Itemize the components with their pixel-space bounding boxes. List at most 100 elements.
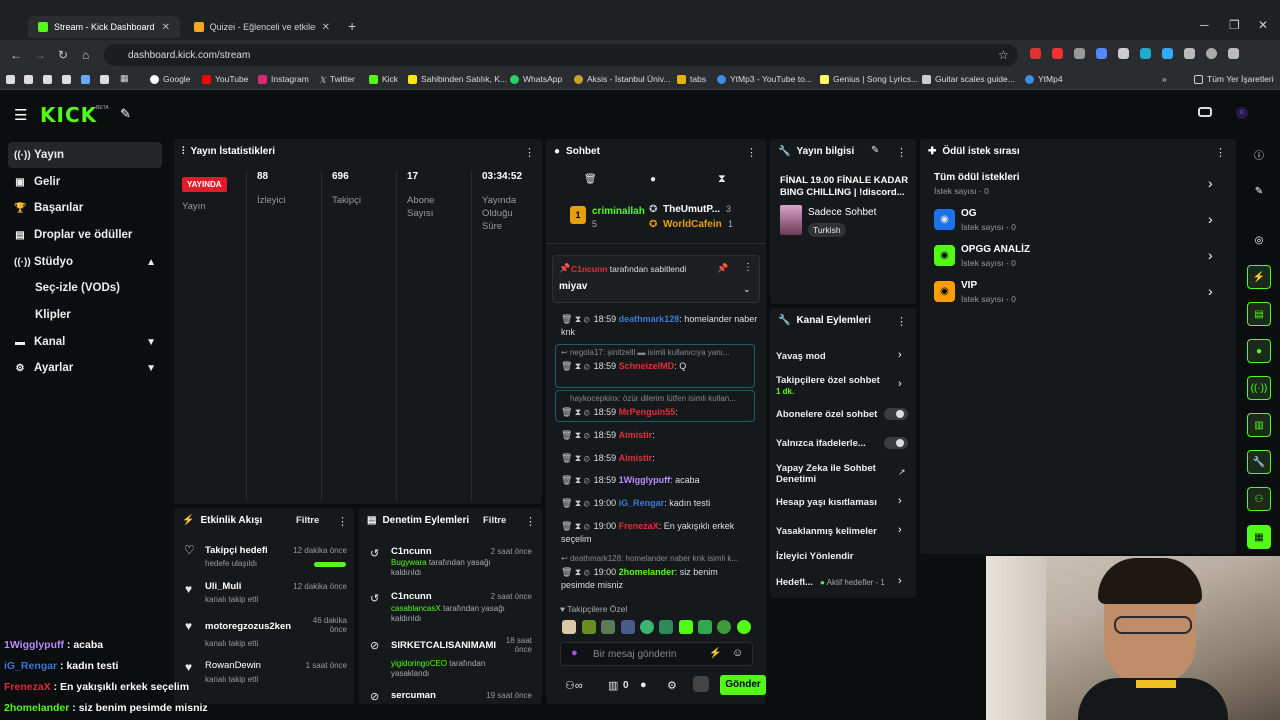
- chat-message[interactable]: 🗑 ⧗ ⊘ 18:59 MrPenguin55:: [561, 406, 761, 419]
- goals-action[interactable]: Hedefl...: [776, 577, 813, 588]
- chat-message[interactable]: 🗑 ⧗ ⊘ 19:00 iG_Rengar: kadın testi: [561, 497, 761, 510]
- all-bookmarks[interactable]: Tüm Yer İşaretleri: [1194, 74, 1274, 84]
- chat-bubble-icon[interactable]: ●: [640, 679, 647, 691]
- chevron-right-icon[interactable]: ›: [1208, 211, 1213, 227]
- chevron-right-icon[interactable]: ›: [898, 495, 902, 507]
- emote[interactable]: [659, 620, 673, 634]
- user-avatar[interactable]: c: [1236, 107, 1248, 119]
- hourglass-icon[interactable]: ⧗: [718, 173, 726, 186]
- chevron-right-icon[interactable]: ›: [1208, 247, 1213, 263]
- more-bookmarks-icon[interactable]: »: [1162, 74, 1167, 84]
- sidebar-item-yayin[interactable]: ((·)) Yayın: [8, 142, 162, 168]
- browser-menu-icon[interactable]: [1228, 48, 1239, 59]
- extension-icon[interactable]: [1118, 48, 1129, 59]
- pinned-message[interactable]: 📌 C1ncunn tarafından sabitlendi 📌 ⋮ miya…: [552, 255, 760, 303]
- sidebar-item-ayarlar[interactable]: ⚙ Ayarlar ▼: [8, 355, 162, 381]
- broadcast-icon[interactable]: ((·)): [1247, 376, 1271, 400]
- external-link-icon[interactable]: ↗: [898, 467, 906, 478]
- more-options-icon[interactable]: ⋮: [1215, 146, 1226, 159]
- kick-logo[interactable]: KICK: [40, 103, 97, 127]
- back-icon[interactable]: ←: [10, 48, 22, 62]
- bookmark-tabs[interactable]: tabs: [677, 74, 706, 84]
- extension-icon[interactable]: [1052, 48, 1063, 59]
- emote[interactable]: [698, 620, 712, 634]
- inventory-icon[interactable]: ▥: [1247, 413, 1271, 437]
- bookmark-whatsapp[interactable]: WhatsApp: [510, 74, 562, 84]
- ai-moderation-action[interactable]: Yapay Zeka ile Sohbet Denetimi: [776, 463, 886, 485]
- followers-only-action[interactable]: Takipçilere özel sohbet: [776, 375, 880, 386]
- maximize-icon[interactable]: ❐: [1229, 18, 1240, 32]
- info-icon[interactable]: ⓘ: [1247, 142, 1271, 166]
- more-options-icon[interactable]: ⋮: [337, 515, 348, 528]
- lightning-icon[interactable]: ⚡: [1247, 265, 1271, 289]
- gifter-name[interactable]: TheUmutP...: [663, 204, 720, 215]
- extension-icon[interactable]: [1096, 48, 1107, 59]
- sidebar-subitem-vods[interactable]: Seç-izle (VODs): [35, 282, 120, 294]
- more-options-icon[interactable]: ⋮: [525, 515, 536, 528]
- edit-icon[interactable]: ✎: [1247, 179, 1271, 203]
- close-tab-icon[interactable]: ✕: [322, 22, 330, 33]
- camera-icon[interactable]: ◎: [1247, 228, 1271, 252]
- bookmark-app-icon[interactable]: [6, 75, 15, 84]
- extension-icon[interactable]: [1030, 48, 1041, 59]
- chat-input[interactable]: ● Bir mesaj gönderin ⚡ ☺: [560, 642, 753, 666]
- chevron-right-icon[interactable]: ›: [898, 575, 902, 587]
- chevron-right-icon[interactable]: ›: [898, 378, 902, 390]
- extension-icon[interactable]: [1162, 48, 1173, 59]
- bookmark-ytmp4[interactable]: YtMp4: [1025, 74, 1063, 84]
- gifter-name[interactable]: WorldCafein: [663, 219, 722, 230]
- chat-message[interactable]: 🗑 ⧗ ⊘ 19:00 FrenezaX: En yakışıklı erkek …: [561, 520, 751, 546]
- send-button[interactable]: Gönder: [720, 675, 766, 695]
- command-icon[interactable]: ⚡: [709, 648, 721, 659]
- obs-camera-icon[interactable]: [1198, 107, 1212, 117]
- unpin-icon[interactable]: 📌: [717, 263, 728, 274]
- emote[interactable]: [621, 620, 635, 634]
- settings-icon[interactable]: ⚙: [667, 679, 677, 692]
- emote[interactable]: [601, 620, 615, 634]
- chat-message[interactable]: 🗑 ⧗ ⊘ 18:59 SchneizelMD: Q: [561, 360, 761, 373]
- sidebar-item-droplar[interactable]: ▤ Droplar ve ödüller: [8, 222, 162, 248]
- tab-kick-dashboard[interactable]: Stream - Kick Dashboard ✕: [28, 16, 180, 38]
- sidebar-item-basarilar[interactable]: 🏆 Başarılar: [8, 195, 162, 221]
- bookmark-aksis[interactable]: Aksis - İstanbul Üniv...: [574, 74, 670, 84]
- bookmark-app-icon[interactable]: [62, 75, 71, 84]
- inventory-icon[interactable]: ▥: [608, 679, 618, 692]
- reward-vip-name[interactable]: VIP: [961, 280, 977, 291]
- avatar[interactable]: [693, 676, 709, 692]
- chevron-right-icon[interactable]: ›: [898, 349, 902, 361]
- emote[interactable]: [679, 620, 693, 634]
- bookmark-ytmp3[interactable]: YtMp3 - YouTube to...: [717, 74, 812, 84]
- bookmark-guitar[interactable]: Guitar scales guide...: [922, 74, 1015, 84]
- chevron-right-icon[interactable]: ›: [1208, 283, 1213, 299]
- reload-icon[interactable]: ↻: [58, 48, 68, 62]
- profile-avatar[interactable]: [1206, 48, 1217, 59]
- emote[interactable]: [737, 620, 751, 634]
- category-name[interactable]: Sadece Sohbet: [808, 207, 876, 218]
- more-options-icon[interactable]: ⋮: [746, 146, 757, 159]
- tab-quizei[interactable]: Quizei - Eğlenceli ve etkileşimli ✕: [184, 16, 340, 38]
- new-tab-icon[interactable]: +: [348, 18, 356, 34]
- moderation-filter-button[interactable]: Filtre: [483, 515, 506, 526]
- subs-only-toggle[interactable]: [884, 408, 908, 420]
- top-gifter-name[interactable]: criminallah: [592, 206, 645, 217]
- sidebar-subitem-klipler[interactable]: Klipler: [35, 309, 71, 321]
- more-options-icon[interactable]: ⋮: [743, 262, 753, 273]
- more-options-icon[interactable]: ⋮: [896, 146, 907, 159]
- bookmark-kick[interactable]: Kick: [369, 74, 398, 84]
- all-rewards-title[interactable]: Tüm ödül istekleri: [934, 172, 1020, 183]
- emotes-only-toggle[interactable]: [884, 437, 908, 449]
- wrench-icon[interactable]: 🔧: [1247, 450, 1271, 474]
- forward-icon[interactable]: →: [34, 48, 46, 62]
- sidebar-item-gelir[interactable]: ▣ Gelir: [8, 169, 162, 195]
- banned-words-action[interactable]: Yasaklanmış kelimeler: [776, 526, 877, 537]
- bookmark-star-icon[interactable]: ☆: [998, 48, 1009, 62]
- bookmark-app-icon[interactable]: [100, 75, 109, 84]
- chat-message[interactable]: 🗑 ⧗ ⊘ 18:59 Aimistir:: [561, 452, 761, 465]
- reward-og-name[interactable]: OG: [961, 208, 977, 219]
- users-icon[interactable]: ⚇∞: [565, 679, 583, 692]
- activity-filter-button[interactable]: Filtre: [296, 515, 319, 526]
- chevron-right-icon[interactable]: ›: [898, 524, 902, 536]
- edit-icon[interactable]: ✎: [871, 145, 879, 156]
- emote[interactable]: [582, 620, 596, 634]
- home-icon[interactable]: ⌂: [82, 48, 89, 62]
